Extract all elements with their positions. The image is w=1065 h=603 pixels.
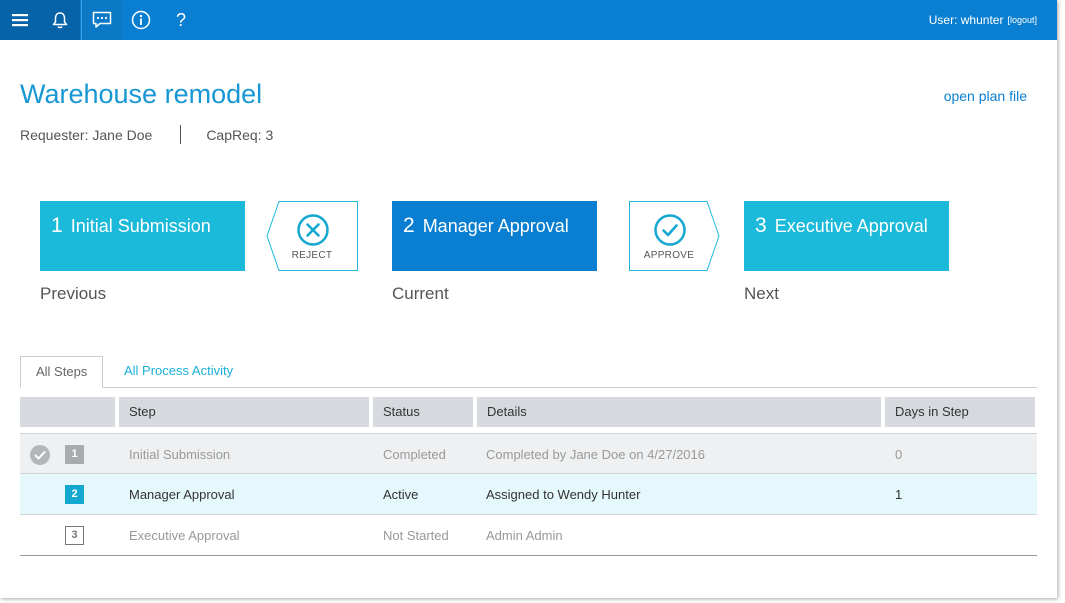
approve-button[interactable]: APPROVE [629, 201, 721, 271]
current-step-number: 2 [403, 214, 415, 237]
open-plan-file-link[interactable]: open plan file [944, 88, 1027, 104]
bell-icon [52, 12, 68, 29]
cell-days: 1 [895, 487, 903, 502]
tab-bar: All Steps All Process Activity [20, 356, 1037, 388]
info-button[interactable] [121, 0, 161, 40]
tab-all-process-activity[interactable]: All Process Activity [109, 356, 248, 387]
table-row[interactable]: 1 Initial Submission Completed Completed… [20, 433, 1037, 474]
request-meta: Requester: Jane Doe CapReq: 3 [20, 125, 273, 144]
cell-status: Active [383, 487, 419, 502]
completed-check-icon [30, 445, 50, 465]
user-label: User: whunter [928, 13, 1004, 27]
reject-label: REJECT [291, 250, 333, 261]
help-button[interactable]: ? [161, 0, 201, 40]
next-step-number: 3 [755, 214, 767, 237]
top-bar: ? User: whunter [logout] [0, 0, 1057, 40]
column-header-days-in-step[interactable]: Days in Step [885, 397, 1035, 427]
previous-step-caption: Previous [40, 284, 107, 303]
step-number-badge: 2 [65, 485, 84, 504]
approve-label: APPROVE [643, 250, 695, 261]
steps-table-header: Step Status Details Days in Step [20, 397, 1037, 427]
info-icon [131, 10, 151, 30]
cell-details: Assigned to Wendy Hunter [486, 487, 641, 502]
notifications-button[interactable] [40, 0, 80, 40]
cell-details: Admin Admin [486, 528, 563, 543]
reject-button[interactable]: REJECT [266, 201, 358, 271]
cell-step: Executive Approval [129, 528, 240, 543]
chat-icon [92, 11, 112, 28]
logout-link[interactable]: [logout] [1007, 15, 1037, 25]
tab-all-steps[interactable]: All Steps [20, 356, 104, 388]
cell-details: Completed by Jane Doe on 4/27/2016 [486, 447, 705, 462]
step-number-badge: 1 [65, 445, 84, 464]
column-header-step[interactable]: Step [119, 397, 369, 427]
step-number-badge: 3 [65, 526, 84, 545]
current-step-caption: Current [392, 284, 449, 303]
previous-step-number: 1 [51, 214, 63, 237]
table-row[interactable]: 2 Manager Approval Active Assigned to We… [20, 474, 1037, 515]
capreq-label: CapReq: 3 [206, 126, 274, 143]
current-step-name: Manager Approval [422, 216, 569, 236]
previous-step-box: 1 Initial Submission [40, 201, 245, 271]
table-row[interactable]: 3 Executive Approval Not Started Admin A… [20, 515, 1037, 556]
help-icon: ? [175, 9, 186, 30]
cell-step: Initial Submission [129, 447, 231, 462]
messages-button[interactable] [81, 0, 122, 40]
column-header-details[interactable]: Details [477, 397, 881, 427]
menu-button[interactable] [0, 0, 40, 40]
column-header-status[interactable]: Status [373, 397, 473, 427]
column-header-icon [20, 397, 115, 427]
current-step-box: 2 Manager Approval [392, 201, 597, 271]
previous-step-name: Initial Submission [70, 216, 211, 236]
cell-days: 0 [895, 447, 903, 462]
close-circle-icon [297, 214, 329, 246]
next-step-caption: Next [744, 284, 779, 303]
cell-status: Completed [383, 447, 446, 462]
check-circle-icon [654, 214, 686, 246]
cell-status: Not Started [383, 528, 449, 543]
page-title: Warehouse remodel [20, 79, 263, 109]
user-area: User: whunter [logout] [929, 0, 1037, 40]
next-step-box: 3 Executive Approval [744, 201, 949, 271]
next-step-name: Executive Approval [774, 216, 928, 236]
menu-icon [12, 14, 28, 27]
meta-divider [180, 125, 182, 144]
app-window: ? User: whunter [logout] Warehouse remod… [0, 0, 1057, 598]
requester-label: Requester: Jane Doe [20, 126, 153, 143]
cell-step: Manager Approval [129, 487, 235, 502]
